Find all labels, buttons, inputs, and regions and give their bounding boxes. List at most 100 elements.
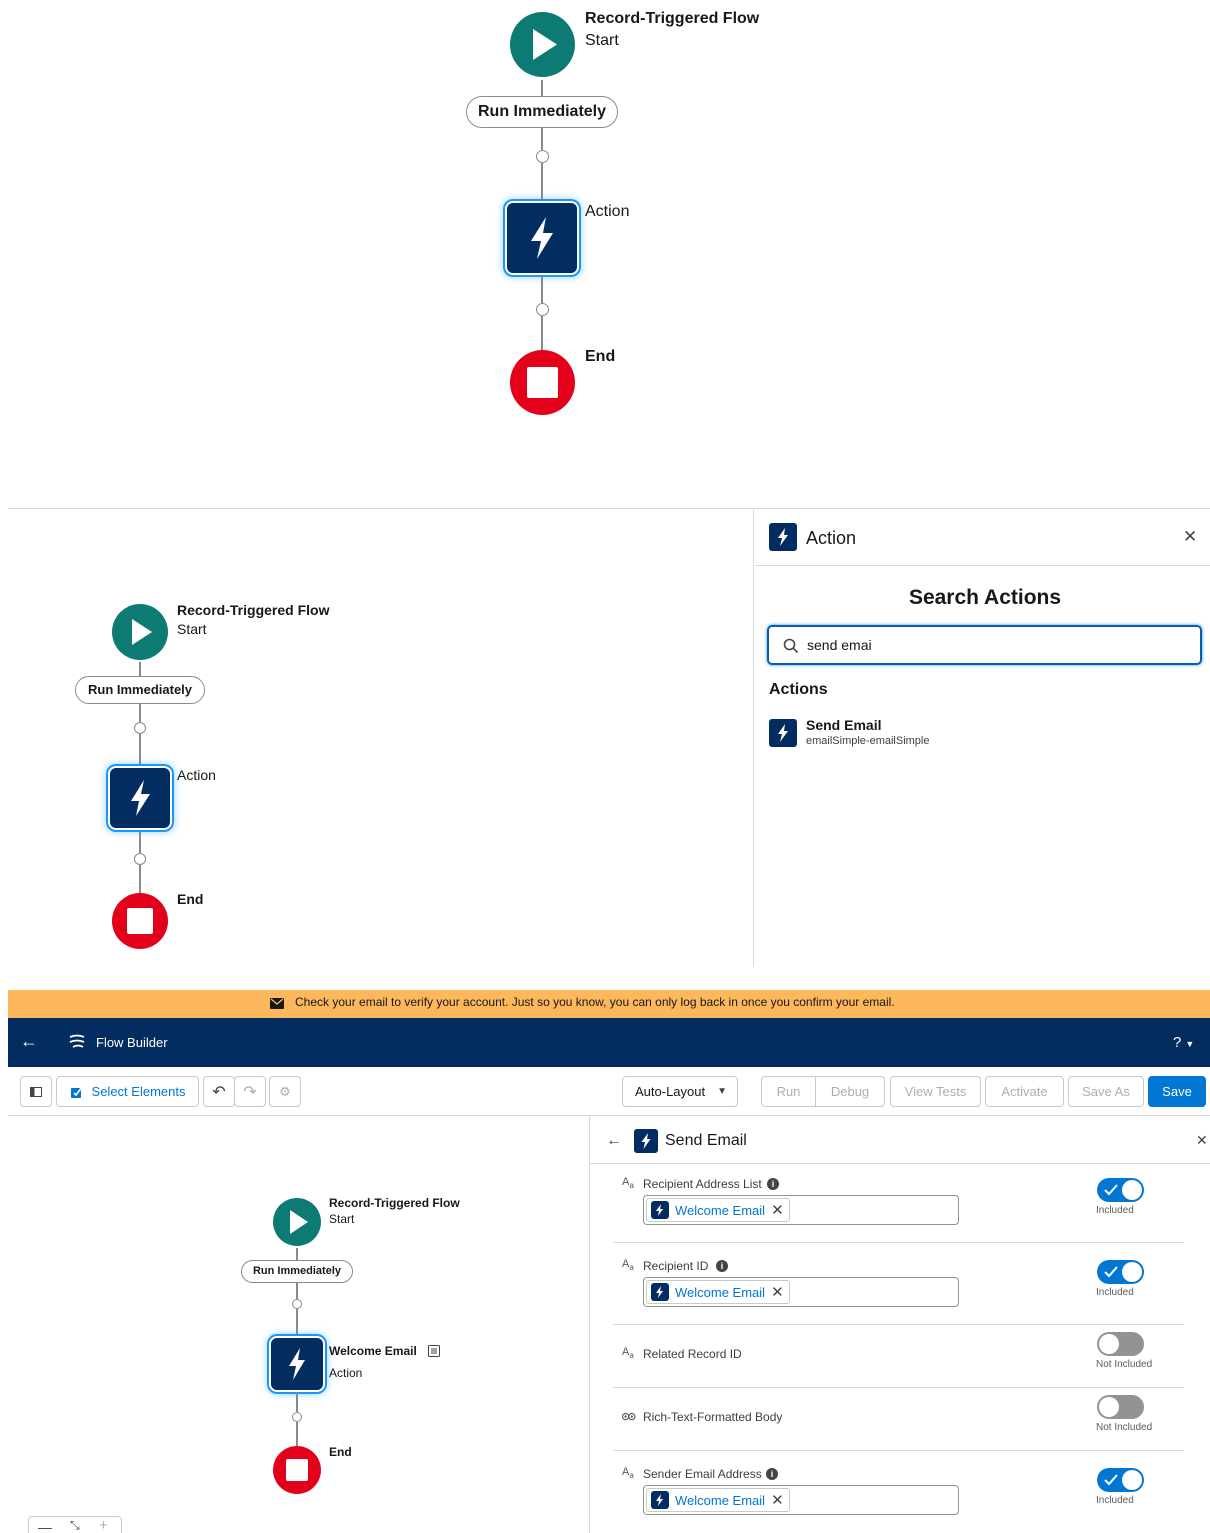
close-icon[interactable]: ✕ xyxy=(1183,527,1197,547)
resource-pill-label: Welcome Email xyxy=(675,1202,766,1218)
view-tests-button[interactable]: View Tests xyxy=(890,1076,981,1107)
chevron-down-icon: ▼ xyxy=(1185,1039,1195,1049)
panel-divider xyxy=(753,509,754,967)
add-element-ring[interactable] xyxy=(292,1412,302,1422)
connector xyxy=(541,316,543,350)
activate-button[interactable]: Activate xyxy=(985,1076,1064,1107)
undo-icon: ↶ xyxy=(212,1083,226,1101)
save-button[interactable]: Save xyxy=(1148,1076,1206,1107)
run-button[interactable]: Run xyxy=(761,1076,816,1107)
verify-email-banner: Check your email to verify your account.… xyxy=(8,990,1210,1018)
include-toggle[interactable] xyxy=(1097,1395,1144,1419)
toggle-status: Included xyxy=(1096,1495,1134,1506)
add-element-ring[interactable] xyxy=(134,722,146,734)
section-divider xyxy=(8,508,1210,509)
lightning-icon xyxy=(651,1491,669,1509)
add-element-ring[interactable] xyxy=(536,303,549,316)
zoom-out-icon[interactable]: — xyxy=(38,1519,52,1533)
back-icon[interactable]: ← xyxy=(606,1132,622,1150)
stop-icon xyxy=(527,367,558,398)
resource-pill[interactable]: Welcome Email ✕ xyxy=(646,1198,790,1222)
add-element-ring[interactable] xyxy=(292,1299,302,1309)
action-result-name: Send Email xyxy=(806,717,882,733)
resource-pill-label: Welcome Email xyxy=(675,1284,766,1300)
start-node[interactable] xyxy=(112,604,168,660)
help-button[interactable]: ? ▼ xyxy=(1173,1034,1194,1051)
action-result-icon xyxy=(769,719,797,747)
check-icon xyxy=(1104,1184,1118,1196)
zoom-in-icon[interactable]: + xyxy=(99,1517,108,1533)
toggle-panel-button[interactable] xyxy=(20,1076,52,1107)
fit-view-icon[interactable]: ⤡ xyxy=(70,1518,80,1533)
select-elements-button[interactable]: Select Elements xyxy=(56,1076,199,1107)
run-immediately-pill[interactable]: Run Immediately xyxy=(241,1260,353,1283)
panel-header-divider xyxy=(590,1163,1210,1164)
action-name-label: Welcome Email xyxy=(329,1344,417,1358)
check-icon xyxy=(1104,1266,1118,1278)
stop-icon xyxy=(286,1459,308,1481)
close-icon[interactable]: ✕ xyxy=(1196,1132,1208,1149)
end-label: End xyxy=(177,891,204,907)
add-element-ring[interactable] xyxy=(536,150,549,163)
layout-select[interactable]: Auto-Layout ▼ xyxy=(622,1076,738,1107)
info-icon[interactable]: i xyxy=(766,1468,778,1480)
run-immediately-pill[interactable]: Run Immediately xyxy=(466,96,618,128)
resource-pill[interactable]: Welcome Email ✕ xyxy=(646,1488,790,1512)
send-email-title: Send Email xyxy=(665,1132,747,1149)
start-node[interactable] xyxy=(510,12,575,77)
envelope-icon xyxy=(270,998,284,1009)
start-node[interactable] xyxy=(273,1198,321,1246)
add-element-ring[interactable] xyxy=(134,853,146,865)
run-immediately-pill[interactable]: Run Immediately xyxy=(75,676,205,704)
row-divider xyxy=(613,1324,1184,1325)
action-node[interactable] xyxy=(110,768,170,828)
action-panel-icon xyxy=(769,523,797,551)
search-actions-heading: Search Actions xyxy=(908,586,1062,609)
include-toggle[interactable] xyxy=(1097,1260,1144,1284)
connector xyxy=(139,662,141,676)
settings-button[interactable]: ⚙ xyxy=(269,1076,301,1107)
debug-button[interactable]: Debug xyxy=(815,1076,885,1107)
action-node[interactable] xyxy=(507,203,577,273)
connector xyxy=(296,1422,298,1446)
lightning-icon xyxy=(531,217,553,259)
back-icon[interactable]: ← xyxy=(20,1031,38,1052)
remove-icon[interactable]: ✕ xyxy=(771,1201,784,1219)
include-toggle[interactable] xyxy=(1097,1468,1144,1492)
resource-pill[interactable]: Welcome Email ✕ xyxy=(646,1280,790,1304)
info-icon[interactable]: i xyxy=(716,1260,728,1272)
row-divider xyxy=(613,1242,1184,1243)
include-toggle[interactable] xyxy=(1097,1178,1144,1202)
end-label: End xyxy=(585,348,616,365)
remove-icon[interactable]: ✕ xyxy=(771,1491,784,1509)
toggle-status: Included xyxy=(1096,1287,1134,1298)
flow-builder-icon xyxy=(69,1034,85,1048)
include-toggle[interactable] xyxy=(1097,1332,1144,1356)
end-label: End xyxy=(329,1445,352,1459)
connector xyxy=(541,128,543,150)
save-as-button[interactable]: Save As xyxy=(1068,1076,1144,1107)
lightning-icon xyxy=(641,1133,651,1149)
search-icon xyxy=(783,638,799,654)
search-input[interactable]: send emai xyxy=(767,625,1202,665)
play-icon xyxy=(290,1210,308,1234)
undo-button[interactable]: ↶ xyxy=(203,1076,235,1107)
text-type-icon: Aa xyxy=(622,1346,634,1361)
select-elements-label: Select Elements xyxy=(91,1084,186,1099)
resource-pill-label: Welcome Email xyxy=(675,1492,766,1508)
connector xyxy=(139,704,141,722)
end-node xyxy=(510,350,575,415)
info-icon[interactable]: i xyxy=(767,1178,779,1190)
start-subtitle: Start xyxy=(177,621,207,637)
start-subtitle: Start xyxy=(585,32,619,49)
remove-icon[interactable]: ✕ xyxy=(771,1283,784,1301)
redo-button[interactable]: ↷ xyxy=(234,1076,266,1107)
toolbar-divider xyxy=(8,1115,1210,1116)
actions-section-heading: Actions xyxy=(769,681,828,698)
action-node[interactable] xyxy=(271,1338,323,1390)
description-icon xyxy=(428,1345,440,1357)
banner-text: Check your email to verify your account.… xyxy=(295,995,895,1009)
row-divider xyxy=(613,1387,1184,1388)
row-divider xyxy=(613,1450,1184,1451)
text-type-icon: Aa xyxy=(622,1176,634,1191)
